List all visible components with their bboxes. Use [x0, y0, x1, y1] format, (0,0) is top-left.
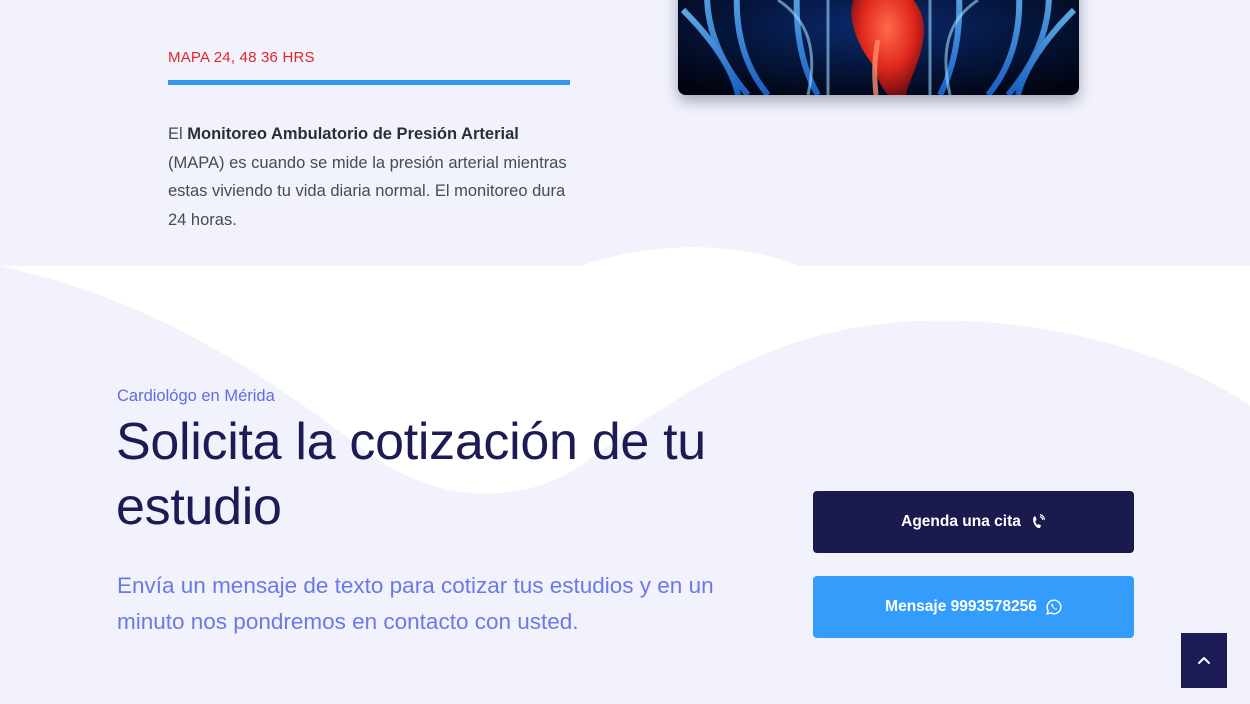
- service-section: MAPA 24, 48 36 HRS El Monitoreo Ambulato…: [0, 0, 1250, 266]
- desc-suffix: (MAPA) es cuando se mide la presión arte…: [168, 153, 567, 229]
- title-underline: [168, 80, 570, 85]
- scroll-to-top-button[interactable]: [1181, 633, 1227, 688]
- chevron-up-icon: [1197, 652, 1211, 670]
- phone-icon: [1030, 514, 1046, 530]
- heart-xray-image: [678, 0, 1079, 95]
- desc-bold: Monitoreo Ambulatorio de Presión Arteria…: [187, 125, 519, 143]
- appointment-button-label: Agenda una cita: [901, 513, 1021, 530]
- cta-eyebrow: Cardiológo en Mérida: [117, 387, 275, 405]
- cta-description: Envía un mensaje de texto para cotizar t…: [117, 573, 714, 634]
- page: MAPA 24, 48 36 HRS El Monitoreo Ambulato…: [0, 0, 1250, 704]
- whatsapp-button-label: Mensaje 9993578256: [885, 598, 1037, 615]
- service-description: El Monitoreo Ambulatorio de Presión Arte…: [168, 120, 578, 234]
- desc-prefix: El: [168, 125, 188, 143]
- service-title: MAPA 24, 48 36 HRS: [168, 49, 315, 66]
- cta-title: Solicita la cotización de tu estudio: [116, 413, 706, 536]
- appointment-button[interactable]: Agenda una cita: [813, 491, 1134, 553]
- whatsapp-button[interactable]: Mensaje 9993578256: [813, 576, 1134, 638]
- whatsapp-icon: [1046, 599, 1062, 615]
